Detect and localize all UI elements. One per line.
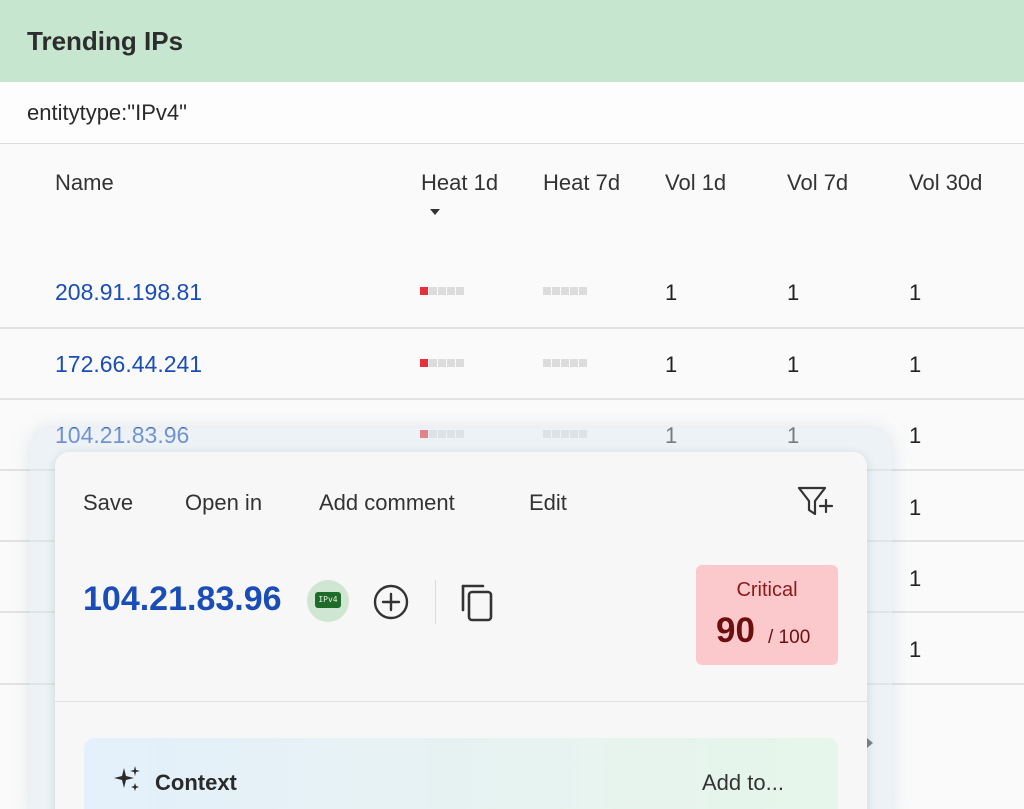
filter-add-icon[interactable]: [795, 482, 839, 520]
column-header-vol-30d[interactable]: Vol 30d: [909, 170, 982, 196]
vol-30d-value: 1: [909, 280, 922, 305]
sort-caret-icon[interactable]: [430, 209, 440, 215]
risk-level-label: Critical: [736, 579, 798, 601]
table-row[interactable]: 208.91.198.81 1 1 1: [0, 256, 1024, 327]
heat-7d-bar: [543, 287, 587, 295]
ip-link[interactable]: 172.66.44.241: [55, 351, 202, 378]
context-card: Context Add to...: [84, 738, 838, 809]
popup-divider: [55, 701, 867, 702]
risk-score-max: / 100: [768, 627, 811, 648]
entity-ip-title[interactable]: 104.21.83.96: [83, 580, 282, 619]
column-header-heat-7d[interactable]: Heat 7d: [543, 170, 620, 196]
vol-30d-value: 1: [909, 495, 922, 520]
page-header: Trending IPs: [0, 0, 1024, 82]
plus-circle-icon[interactable]: [371, 582, 411, 622]
ip-link[interactable]: 208.91.198.81: [55, 279, 202, 306]
risk-score-value: 90: [716, 611, 755, 650]
vol-30d-value: 1: [909, 566, 922, 591]
query-bar[interactable]: entitytype:"IPv4": [0, 82, 1024, 144]
save-button[interactable]: Save: [83, 490, 133, 516]
heat-1d-bar: [420, 287, 464, 295]
query-text: entitytype:"IPv4": [27, 99, 187, 125]
copy-icon[interactable]: [457, 580, 501, 624]
column-header-name[interactable]: Name: [55, 170, 114, 196]
edit-button[interactable]: Edit: [529, 490, 567, 516]
table-row[interactable]: 172.66.44.241 1 1 1: [0, 328, 1024, 399]
vol-30d-value: 1: [909, 423, 922, 448]
vol-1d-value: 1: [665, 280, 678, 305]
add-to-button[interactable]: Add to...: [702, 770, 784, 796]
sparkle-icon: [114, 766, 140, 791]
vol-30d-value: 1: [909, 637, 922, 662]
vol-1d-value: 1: [665, 352, 678, 377]
open-in-button[interactable]: Open in: [185, 490, 262, 516]
vol-30d-value: 1: [909, 352, 922, 377]
heat-1d-bar: [420, 359, 464, 367]
column-header-heat-1d[interactable]: Heat 1d: [421, 170, 498, 196]
ipv4-badge-label: IPv4: [315, 592, 341, 608]
column-header-vol-7d[interactable]: Vol 7d: [787, 170, 848, 196]
ipv4-badge: IPv4: [307, 580, 349, 622]
entity-popup: Save Open in Add comment Edit 104.21.83.…: [55, 452, 867, 809]
heat-7d-bar: [543, 359, 587, 367]
page-title: Trending IPs: [27, 25, 184, 56]
column-header-vol-1d[interactable]: Vol 1d: [665, 170, 726, 196]
toolbar-divider: [435, 580, 436, 624]
add-comment-button[interactable]: Add comment: [319, 490, 455, 516]
vol-7d-value: 1: [787, 280, 800, 305]
vol-7d-value: 1: [787, 352, 800, 377]
context-label: Context: [155, 770, 237, 795]
risk-score-badge: Critical 90 / 100: [696, 565, 838, 665]
